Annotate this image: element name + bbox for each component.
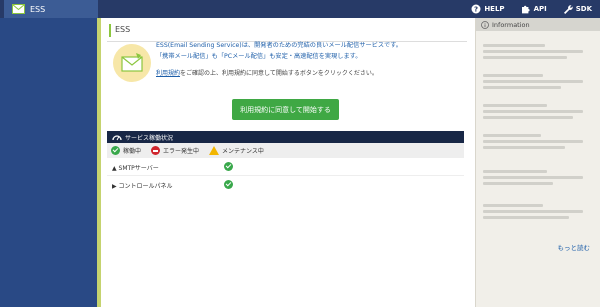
status-legend: 稼働中 エラー発生中 メンテナンス中 [107,143,464,158]
info-icon [481,20,489,29]
terms-notice: 利用規約をご確認の上、利用規約に同意して開始するボタンをクリックください。 [156,68,378,77]
terms-notice-text: をご確認の上、利用規約に同意して開始するボタンをクリックください。 [180,70,378,77]
news-item-placeholder [483,56,567,59]
svg-text:?: ? [474,6,478,14]
help-link[interactable]: ? HELP [471,4,505,14]
legend-item-maintenance: メンテナンス中 [209,146,264,155]
app-tab-ess[interactable]: ESS [4,0,98,18]
news-item-placeholder [483,140,583,143]
api-label: API [533,5,547,13]
main-content: ESS ESS(Email Sending Service)は、開発者のための完… [101,18,475,307]
title-accent-bar [109,24,111,37]
description-line-2: 「携帯メール配信」も「PCメール配信」も安定・高速配信を実現します。 [156,53,362,60]
check-circle-icon [224,180,233,189]
page-title: ESS [115,25,131,34]
description-line-1: ESS(Email Sending Service)は、開発者のための完結の良い… [156,42,402,49]
wrench-icon [563,5,573,14]
service-status-panel: サービス稼働状況 稼働中 エラー発生中 メンテナンス中 ▲ SMTPサーバー ▶… [107,131,464,203]
news-item-placeholder [483,104,547,107]
help-label: HELP [484,5,505,13]
legend-item-error: エラー発生中 [151,146,199,155]
gauge-icon [112,135,122,141]
status-row-smtp: ▲ SMTPサーバー [107,158,464,176]
api-link[interactable]: API [521,4,547,14]
news-item-placeholder [483,44,545,47]
puzzle-icon [521,5,530,14]
news-item-placeholder [483,204,543,207]
status-title: サービス稼働状況 [125,134,174,142]
news-item-placeholder [483,116,573,119]
news-item-placeholder [483,146,565,149]
sdk-label: SDK [575,5,592,13]
news-item-placeholder [483,182,553,185]
news-item-placeholder [483,50,583,53]
service-icon [113,44,151,82]
check-circle-icon [111,146,120,155]
news-item-placeholder [483,134,541,137]
news-item-placeholder [483,176,583,179]
news-item-placeholder [483,210,583,213]
legend-label-maintenance: メンテナンス中 [222,148,264,155]
read-more-link[interactable]: もっと読む [558,242,591,252]
help-icon: ? [471,4,481,14]
news-item-placeholder [483,110,583,113]
sidebar [0,18,97,307]
minus-circle-icon [151,146,161,155]
legend-label-error: エラー発生中 [163,148,200,155]
check-circle-icon [224,162,233,171]
information-title: Information [492,20,530,29]
news-item-placeholder [483,74,543,77]
status-row-label: ▲ SMTPサーバー [112,165,159,172]
legend-item-running: 稼働中 [111,146,141,155]
mail-app-icon [12,4,25,14]
terms-link[interactable]: 利用規約 [156,70,180,77]
information-header: Information [476,18,600,31]
app-tab-label: ESS [30,4,46,14]
status-row-label: ▶ コントロールパネル [112,183,173,190]
warning-icon [209,146,220,155]
smtp-label: SMTPサーバー [118,165,159,172]
news-item-placeholder [483,86,561,89]
news-item-placeholder [483,216,569,219]
control-panel-label: コントロールパネル [118,183,173,190]
information-panel: Information もっと読む [475,18,600,307]
agree-and-start-button[interactable]: 利用規約に同意して開始する [232,99,339,120]
sdk-link[interactable]: SDK [563,4,592,14]
status-header: サービス稼働状況 [107,131,464,143]
service-description: ESS(Email Sending Service)は、開発者のための完結の良い… [156,40,461,62]
top-bar: ESS ? HELP API SDK [0,0,600,18]
news-item-placeholder [483,80,583,83]
top-links: ? HELP API SDK [471,0,592,18]
envelope-icon [121,53,143,72]
legend-label-running: 稼働中 [123,148,142,155]
news-item-placeholder [483,170,547,173]
status-row-control-panel: ▶ コントロールパネル [107,176,464,194]
